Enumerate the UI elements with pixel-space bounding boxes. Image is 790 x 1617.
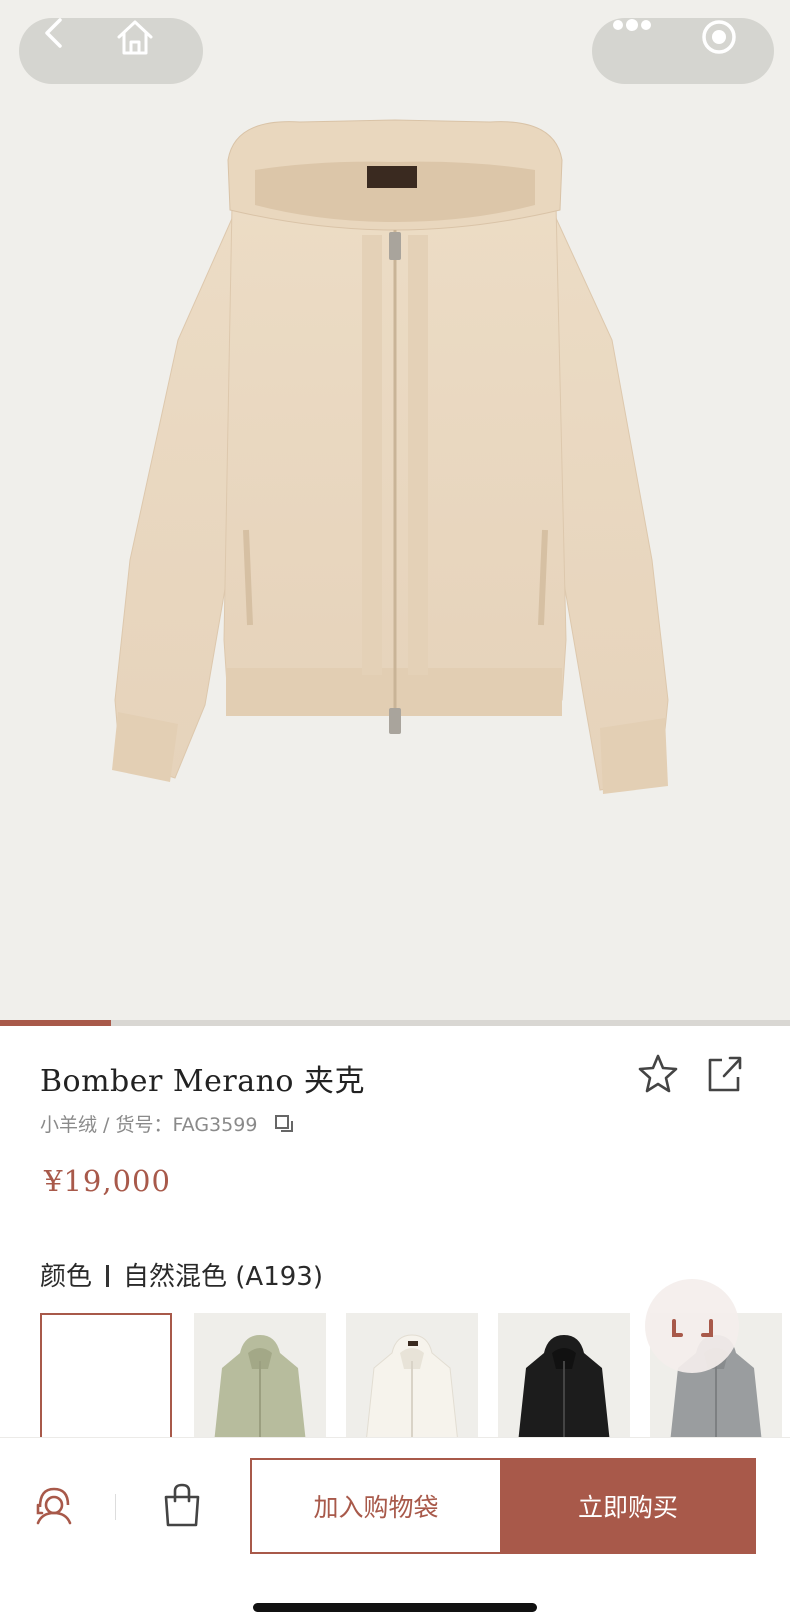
nav-capsule-left: [19, 18, 203, 84]
color-separator: [106, 1265, 110, 1287]
selected-color-name: 自然混色 (A193): [123, 1262, 323, 1292]
more-icon[interactable]: [610, 18, 672, 84]
product-price: ¥19,000: [44, 1164, 171, 1198]
color-selection-label: 颜色 自然混色 (A193): [40, 1256, 323, 1293]
swatch-cream-image: [366, 1334, 458, 1437]
swatch-black-image: [518, 1335, 610, 1437]
buy-now-button[interactable]: 立即购买: [500, 1458, 756, 1554]
product-page: Bomber Merano 夹克 小羊绒 / 货号：FAG3599 ¥19,00…: [0, 0, 790, 1617]
product-title: Bomber Merano 夹克: [40, 1064, 366, 1099]
swatch-natural[interactable]: [40, 1313, 172, 1437]
swatch-sage-image: [214, 1335, 306, 1437]
product-image: [112, 119, 669, 794]
product-meta: 小羊绒 / 货号：FAG3599: [40, 1110, 295, 1137]
home-icon[interactable]: [115, 18, 171, 84]
bottom-action-bar: 加入购物袋 立即购买: [0, 1437, 790, 1617]
gallery-progress: [0, 1020, 790, 1026]
customer-service-icon[interactable]: [30, 1483, 76, 1529]
add-to-bag-button[interactable]: 加入购物袋: [250, 1458, 502, 1554]
nav-capsule-right: [592, 18, 774, 84]
share-icon[interactable]: [702, 1052, 746, 1096]
home-indicator: [253, 1603, 537, 1612]
floating-action-button[interactable]: [645, 1279, 739, 1373]
capsule-close-icon[interactable]: [700, 18, 756, 84]
bar-divider: [115, 1494, 116, 1520]
star-icon[interactable]: [636, 1052, 680, 1096]
swatch-sage[interactable]: [194, 1313, 326, 1437]
swatch-cream[interactable]: [346, 1313, 478, 1437]
copy-icon[interactable]: [273, 1113, 295, 1135]
gallery-progress-fill: [0, 1020, 111, 1026]
swatch-black[interactable]: [498, 1313, 630, 1437]
color-label: 颜色: [40, 1262, 93, 1292]
back-icon[interactable]: [43, 18, 91, 84]
bag-icon[interactable]: [160, 1481, 204, 1529]
product-image-area[interactable]: [0, 0, 790, 1020]
product-meta-text: 小羊绒 / 货号：FAG3599: [40, 1114, 258, 1136]
floating-brackets-icon: [672, 1319, 713, 1337]
